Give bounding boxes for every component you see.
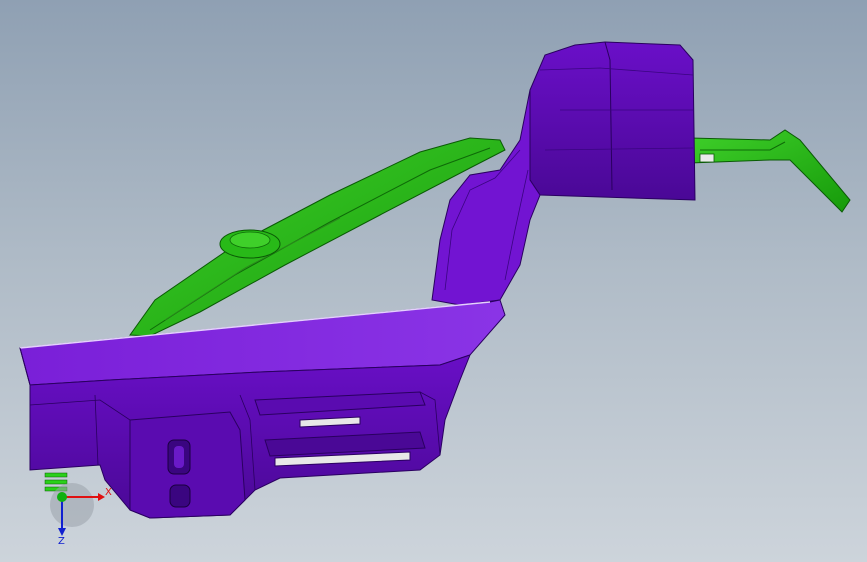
model-canvas[interactable]: X Z <box>0 0 867 562</box>
y-axis-arrow <box>57 492 67 502</box>
cad-viewport[interactable]: X Z <box>0 0 867 562</box>
coordinate-triad: X Z <box>50 483 112 547</box>
x-axis-label: X <box>105 487 112 498</box>
triad-ball <box>50 483 94 527</box>
z-axis-label: Z <box>58 536 65 547</box>
purple-part[interactable] <box>19 41 696 519</box>
